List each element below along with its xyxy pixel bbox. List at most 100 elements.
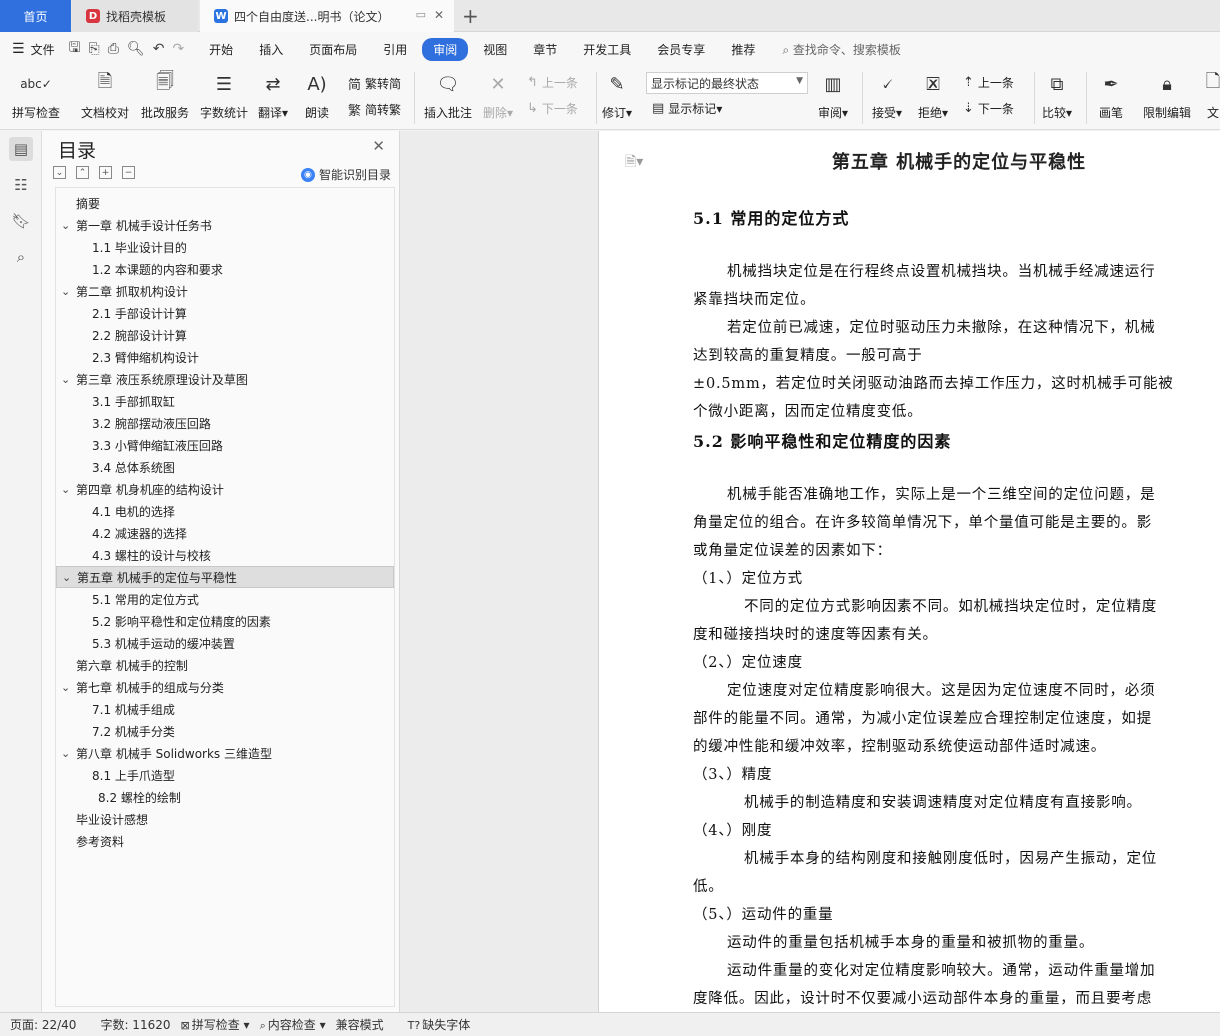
print-icon[interactable]: ⎙ <box>108 41 119 57</box>
markup-state-select[interactable]: 显示标记的最终状态 ▼ <box>646 72 808 94</box>
prev-comment-button[interactable]: ↰ 上一条 <box>527 74 578 91</box>
toc-item[interactable]: 4.1 电机的选择 <box>56 500 394 522</box>
toc-item[interactable]: ⌄ 第八章 机械手 Solidworks 三维造型 <box>56 742 394 764</box>
toc-item[interactable]: 1.1 毕业设计目的 <box>56 236 394 258</box>
smart-toc-button[interactable]: ◉ 智能识别目录 <box>300 166 391 183</box>
review-pane-button[interactable]: ▥ 审阅▾ <box>818 70 848 121</box>
menu-item-recommend[interactable]: 推荐 <box>720 38 766 61</box>
chevron-down-icon[interactable]: ⌄ <box>61 483 70 496</box>
screen-icon[interactable]: ▭ <box>416 8 426 21</box>
chevron-down-icon[interactable]: ⌄ <box>61 747 70 760</box>
delete-comment-button[interactable]: ✕ 删除▾ <box>483 70 513 121</box>
doc-permission-button[interactable]: 🗋 文 <box>1200 70 1220 121</box>
read-aloud-button[interactable]: A) 朗读 <box>304 70 330 121</box>
toc-item[interactable]: 2.1 手部设计计算 <box>56 302 394 324</box>
show-markup-button[interactable]: ▤ 显示标记 ▾ <box>652 100 722 117</box>
toc-item[interactable]: 8.2 螺栓的绘制 <box>56 786 394 808</box>
toc-item[interactable]: 毕业设计感想 <box>56 808 394 830</box>
toc-item[interactable]: 8.1 上手爪造型 <box>56 764 394 786</box>
spellcheck-button[interactable]: abc✓ 拼写检查 <box>12 70 60 121</box>
expand-all-icon[interactable]: ⌃ <box>76 166 89 179</box>
next-revision-button[interactable]: ⇣ 下一条 <box>963 100 1014 117</box>
print-preview-icon[interactable]: 🔍︎ <box>127 41 145 57</box>
toc-item[interactable]: 7.1 机械手组成 <box>56 698 394 720</box>
compare-button[interactable]: ⧉ 比较▾ <box>1042 70 1072 121</box>
search-icon[interactable]: ⌕ <box>9 245 33 269</box>
close-icon[interactable]: ✕ <box>372 137 385 155</box>
toc-item[interactable]: 第六章 机械手的控制 <box>56 654 394 676</box>
toc-item[interactable]: 2.2 腕部设计计算 <box>56 324 394 346</box>
toc-item[interactable]: ⌄ 第三章 液压系统原理设计及草图 <box>56 368 394 390</box>
chevron-down-icon[interactable]: ⌄ <box>61 681 70 694</box>
prev-revision-button[interactable]: ⇡ 上一条 <box>963 74 1014 91</box>
pen-button[interactable]: ✒ 画笔 <box>1098 70 1124 121</box>
menu-item-insert[interactable]: 插入 <box>248 38 294 61</box>
chevron-down-icon[interactable]: ⌄ <box>62 571 71 584</box>
menu-item-developer[interactable]: 开发工具 <box>572 38 642 61</box>
doc-proof-button[interactable]: 🗎 文档校对 <box>81 70 129 121</box>
toc-item[interactable]: ⌄ 第二章 抓取机构设计 <box>56 280 394 302</box>
translate-button[interactable]: ⇄ 翻译▾ <box>258 70 288 121</box>
toc-item[interactable]: 5.3 机械手运动的缓冲装置 <box>56 632 394 654</box>
simp-to-trad-button[interactable]: 繁 简转繁 <box>348 100 401 119</box>
status-content-check[interactable]: ⌕ 内容检查 ▾ <box>260 1016 326 1033</box>
restrict-edit-button[interactable]: 🔒︎ 限制编辑 <box>1143 70 1191 121</box>
chevron-down-icon[interactable]: ⌄ <box>61 373 70 386</box>
revise-button[interactable]: ✎ 修订▾ <box>602 70 632 121</box>
toc-item[interactable]: 4.2 减速器的选择 <box>56 522 394 544</box>
toc-item[interactable]: 3.1 手部抓取缸 <box>56 390 394 412</box>
word-count-button[interactable]: ☰ 字数统计 <box>200 70 248 121</box>
next-comment-button[interactable]: ↳ 下一条 <box>527 100 578 117</box>
toc-item[interactable]: 3.3 小臂伸缩缸液压回路 <box>56 434 394 456</box>
tab-template[interactable]: D 找稻壳模板 <box>72 0 198 32</box>
chevron-down-icon[interactable]: ⌄ <box>61 219 70 232</box>
toc-item[interactable]: ⌄ 第五章 机械手的定位与平稳性 <box>56 566 394 588</box>
toc-item[interactable]: ⌄ 第四章 机身机座的结构设计 <box>56 478 394 500</box>
accept-button[interactable]: 🗸 接受▾ <box>872 70 902 121</box>
menu-item-view[interactable]: 视图 <box>472 38 518 61</box>
page-indicator[interactable]: 页面: 22/40 <box>10 1016 76 1033</box>
outline-icon[interactable]: ☷ <box>9 173 33 197</box>
tab-home[interactable]: 首页 <box>0 0 71 32</box>
save-icon[interactable]: 🖫 <box>69 37 81 61</box>
undo-icon[interactable]: ↶ <box>153 41 165 57</box>
batch-service-button[interactable]: 🗐 批改服务 <box>141 70 189 121</box>
menu-item-layout[interactable]: 页面布局 <box>298 38 368 61</box>
menu-item-reference[interactable]: 引用 <box>372 38 418 61</box>
trad-to-simp-button[interactable]: 简 繁转简 <box>348 74 401 93</box>
toc-item[interactable]: 4.3 螺柱的设计与校核 <box>56 544 394 566</box>
toc-item[interactable]: ⌄ 第一章 机械手设计任务书 <box>56 214 394 236</box>
command-search[interactable]: ⌕ 查找命令、搜索模板 <box>782 41 901 58</box>
collapse-all-icon[interactable]: ⌄ <box>53 166 66 179</box>
add-level-icon[interactable]: + <box>99 166 112 179</box>
menu-item-review[interactable]: 审阅 <box>422 37 469 61</box>
document-canvas[interactable]: 🗎▾ 第五章 机械手的定位与平稳性 5.1 常用的定位方式 机械挡块定位是在行程终… <box>400 131 1220 1012</box>
remove-level-icon[interactable]: − <box>122 166 135 179</box>
new-tab-icon[interactable]: + <box>462 4 479 28</box>
toc-item[interactable]: ⌄ 第七章 机械手的组成与分类 <box>56 676 394 698</box>
toc-icon[interactable]: ▤ <box>9 137 33 161</box>
menu-item-section[interactable]: 章节 <box>522 38 568 61</box>
toc-item[interactable]: 参考资料 <box>56 830 394 852</box>
close-tab-icon[interactable]: ✕ <box>434 8 444 22</box>
redo-icon[interactable]: ↷ <box>172 41 184 57</box>
tab-document[interactable]: W 四个自由度送...明书（论文） ▭ ✕ <box>200 0 454 32</box>
missing-font-button[interactable]: T? 缺失字体 <box>408 1016 471 1033</box>
status-spellcheck[interactable]: ⊠ 拼写检查 ▾ <box>181 1016 250 1033</box>
insert-comment-button[interactable]: 🗨 插入批注 <box>424 70 472 121</box>
menu-item-member[interactable]: 会员专享 <box>646 38 716 61</box>
chevron-down-icon[interactable]: ⌄ <box>61 285 70 298</box>
toc-item[interactable]: 摘要 <box>56 192 394 214</box>
menu-item-start[interactable]: 开始 <box>198 38 244 61</box>
document-page[interactable]: 🗎▾ 第五章 机械手的定位与平稳性 5.1 常用的定位方式 机械挡块定位是在行程终… <box>598 131 1220 1012</box>
reject-button[interactable]: 🗷 拒绝▾ <box>918 70 948 121</box>
bookmark-icon[interactable]: 🔖︎ <box>9 209 33 233</box>
toc-item[interactable]: 1.2 本课题的内容和要求 <box>56 258 394 280</box>
file-menu[interactable]: ☰ 文件 <box>0 41 55 58</box>
toc-item[interactable]: 2.3 臂伸缩机构设计 <box>56 346 394 368</box>
word-count-indicator[interactable]: 字数: 11620 <box>100 1016 170 1033</box>
toc-item[interactable]: 3.4 总体系统图 <box>56 456 394 478</box>
export-pdf-icon[interactable]: ⎘ <box>89 41 100 57</box>
toc-item[interactable]: 5.1 常用的定位方式 <box>56 588 394 610</box>
toc-item[interactable]: 5.2 影响平稳性和定位精度的因素 <box>56 610 394 632</box>
